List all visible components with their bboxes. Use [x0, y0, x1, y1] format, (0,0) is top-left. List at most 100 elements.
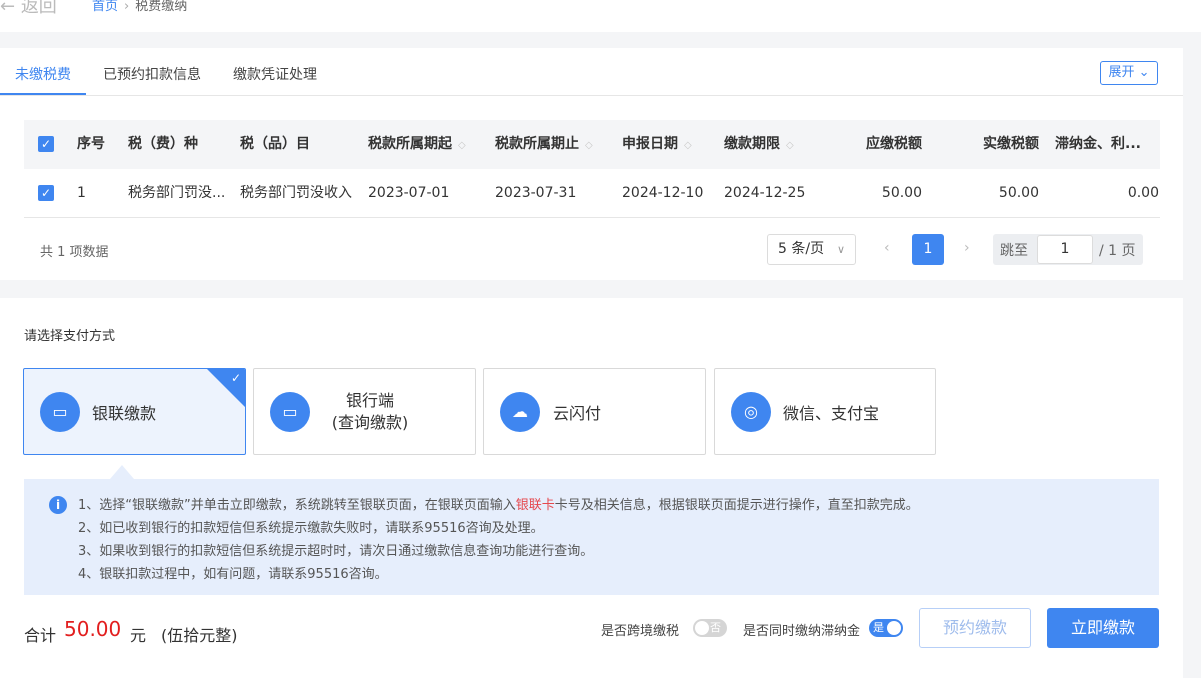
page-size-select[interactable]: 5 条/页 ∨: [767, 234, 856, 265]
toggle-text: 否: [710, 621, 721, 634]
sort-icon[interactable]: ◇: [585, 140, 593, 151]
cloud-icon: ☁: [500, 392, 540, 432]
notice-line-3: 3、如果收到银行的扣款短信但系统提示超时时，请次日通过缴款信息查询功能进行查询。: [78, 544, 594, 559]
sort-icon[interactable]: ◇: [786, 140, 794, 151]
card-icon: ▭: [40, 392, 80, 432]
row-tax-type: 税务部门罚没...: [128, 185, 226, 201]
tab-unpaid-tax[interactable]: 未缴税费: [15, 64, 71, 84]
info-icon: i: [49, 496, 67, 514]
pay-method-label: 云闪付: [553, 403, 602, 423]
top-bar: ← 返回 首页 › 税费缴纳: [0, 0, 1201, 32]
col-period-end[interactable]: 税款所属期止 ◇: [495, 120, 593, 169]
late-fee-label: 是否同时缴纳滞纳金: [743, 624, 861, 639]
tab-bar: 未缴税费 已预约扣款信息 缴款凭证处理 展开 ⌄: [0, 48, 1183, 96]
notice-line-4: 4、银联扣款过程中，如有问题，请联系95516咨询。: [78, 567, 388, 582]
sort-icon[interactable]: ◇: [458, 140, 466, 151]
next-page-icon[interactable]: ›: [964, 240, 970, 256]
col-index: 序号: [77, 136, 105, 152]
chevron-down-icon: ∨: [836, 243, 845, 256]
jump-page-input[interactable]: 1: [1037, 235, 1093, 264]
cross-border-toggle[interactable]: 否: [693, 619, 727, 637]
pay-method-cloud-quickpass[interactable]: ☁ 云闪付: [483, 368, 706, 455]
page-number-current[interactable]: 1: [912, 234, 944, 265]
cross-border-label: 是否跨境缴税: [601, 624, 680, 639]
notice-line-1: 1、选择“银联缴款”并单击立即缴款，系统跳转至银联页面，在银联页面输入银联卡卡号…: [78, 494, 919, 513]
notice-highlight: 银联卡: [515, 498, 555, 513]
col-late-fee: 滞纳金、利...: [1055, 136, 1141, 152]
pay-method-label-line2: (查询缴款): [331, 412, 409, 432]
row-due-date: 2024-12-25: [724, 185, 806, 201]
expand-label: 展开: [1108, 65, 1135, 80]
row-declare-date: 2024-12-10: [622, 185, 704, 201]
notice-line-1-pre: 1、选择“银联缴款”并单击立即缴款，系统跳转至银联页面，在银联页面输入: [78, 498, 516, 513]
pay-method-unionpay[interactable]: ▭ 银联缴款 ✓: [23, 368, 246, 455]
breadcrumb-current: 税费缴纳: [135, 0, 188, 14]
schedule-payment-button[interactable]: 预约缴款: [919, 608, 1031, 648]
col-paid: 实缴税额: [983, 136, 1039, 152]
back-link[interactable]: ← 返回: [0, 0, 57, 18]
total-label: 合计: [24, 626, 57, 645]
col-payable: 应缴税额: [866, 136, 922, 152]
table-header: ✓ 序号 税（费）种 税（品）目 税款所属期起 ◇ 税款所属期止 ◇ 申报日期 ◇ 缴…: [24, 120, 1160, 169]
col-period-start-label: 税款所属期起: [368, 136, 452, 152]
page-size-value: 5 条/页: [778, 241, 825, 257]
col-tax-type: 税（费）种: [128, 136, 198, 152]
chevron-down-icon: ⌄: [1138, 65, 1150, 80]
row-payable: 50.00: [881, 185, 922, 201]
breadcrumb: 首页 › 税费缴纳: [92, 0, 187, 14]
late-fee-toggle[interactable]: 是: [869, 619, 903, 637]
card-pointer: [110, 465, 134, 479]
prev-page-icon[interactable]: ‹: [884, 240, 890, 256]
col-due-date[interactable]: 缴款期限 ◇: [724, 120, 794, 169]
col-declare-date-label: 申报日期: [622, 136, 678, 152]
total-count: 共 1 项数据: [40, 245, 109, 260]
pay-now-button[interactable]: 立即缴款: [1047, 608, 1159, 648]
payment-panel: 请选择支付方式 ▭ 银联缴款 ✓ ▭ 银行端 (查询缴款) ☁ 云闪付 ◎ 微信…: [0, 298, 1183, 678]
unpaid-tax-panel: 未缴税费 已预约扣款信息 缴款凭证处理 展开 ⌄ ✓ 序号 税（费）种 税（品）…: [0, 48, 1183, 280]
row-paid: 50.00: [998, 185, 1039, 201]
total-pages: / 1 页: [1099, 243, 1136, 259]
expand-button[interactable]: 展开 ⌄: [1100, 61, 1158, 85]
back-label: 返回: [20, 0, 57, 17]
toggle-knob: [695, 621, 709, 635]
tax-table: ✓ 序号 税（费）种 税（品）目 税款所属期起 ◇ 税款所属期止 ◇ 申报日期 ◇ 缴…: [24, 120, 1160, 218]
tab-payment-voucher[interactable]: 缴款凭证处理: [233, 64, 317, 84]
row-period-start: 2023-07-01: [368, 185, 450, 201]
row-index: 1: [77, 185, 86, 201]
row-checkbox[interactable]: ✓: [38, 185, 54, 201]
pagination-bar: 共 1 项数据 5 条/页 ∨ ‹ 1 › 跳至 1 / 1 页: [24, 231, 1160, 267]
col-period-start[interactable]: 税款所属期起 ◇: [368, 120, 466, 169]
pay-method-label: 微信、支付宝: [783, 403, 880, 423]
pay-method-label: 银联缴款: [92, 403, 157, 423]
jump-to-page: 跳至 1 / 1 页: [993, 234, 1143, 265]
breadcrumb-home[interactable]: 首页: [92, 0, 118, 14]
pay-method-label-line1: 银行端: [345, 390, 394, 410]
check-icon: ✓: [230, 371, 241, 385]
col-tax-item: 税（品）目: [240, 136, 310, 152]
summary-bar: 合计 50.00 元 (伍拾元整) 是否跨境缴税 否 是否同时缴纳滞纳金 是 预…: [0, 608, 1183, 658]
pay-method-wechat-alipay[interactable]: ◎ 微信、支付宝: [714, 368, 936, 455]
pay-method-label: 银行端 (查询缴款): [310, 369, 430, 454]
col-due-date-label: 缴款期限: [724, 136, 780, 152]
row-late-fee: 0.00: [1127, 185, 1159, 201]
card-icon: ▭: [270, 392, 310, 432]
toggle-knob: [887, 621, 901, 635]
wechat-alipay-icon: ◎: [731, 392, 771, 432]
payment-notice: i 1、选择“银联缴款”并单击立即缴款，系统跳转至银联页面，在银联页面输入银联卡…: [24, 479, 1159, 595]
amount-in-words: (伍拾元整): [161, 626, 238, 645]
notice-line-2: 2、如已收到银行的扣款短信但系统提示缴款失败时，请联系95516咨询及处理。: [78, 521, 544, 536]
row-period-end: 2023-07-31: [495, 185, 577, 201]
notice-line-1-post: 卡号及相关信息，根据银联页面提示进行操作，直至扣款完成。: [554, 498, 919, 513]
jump-label: 跳至: [1000, 243, 1028, 259]
sort-icon[interactable]: ◇: [684, 140, 692, 151]
active-tab-indicator: [0, 93, 86, 95]
table-row[interactable]: ✓ 1 税务部门罚没... 税务部门罚没收入 2023-07-01 2023-0…: [24, 169, 1160, 218]
select-all-checkbox[interactable]: ✓: [38, 136, 54, 152]
total-value: 50.00: [64, 617, 122, 641]
tab-scheduled-deduction[interactable]: 已预约扣款信息: [103, 64, 201, 84]
col-declare-date[interactable]: 申报日期 ◇: [622, 120, 692, 169]
payment-title: 请选择支付方式: [24, 329, 116, 344]
breadcrumb-separator-icon: ›: [124, 0, 130, 14]
pay-method-bank[interactable]: ▭ 银行端 (查询缴款): [253, 368, 476, 455]
total-unit: 元: [130, 626, 147, 645]
